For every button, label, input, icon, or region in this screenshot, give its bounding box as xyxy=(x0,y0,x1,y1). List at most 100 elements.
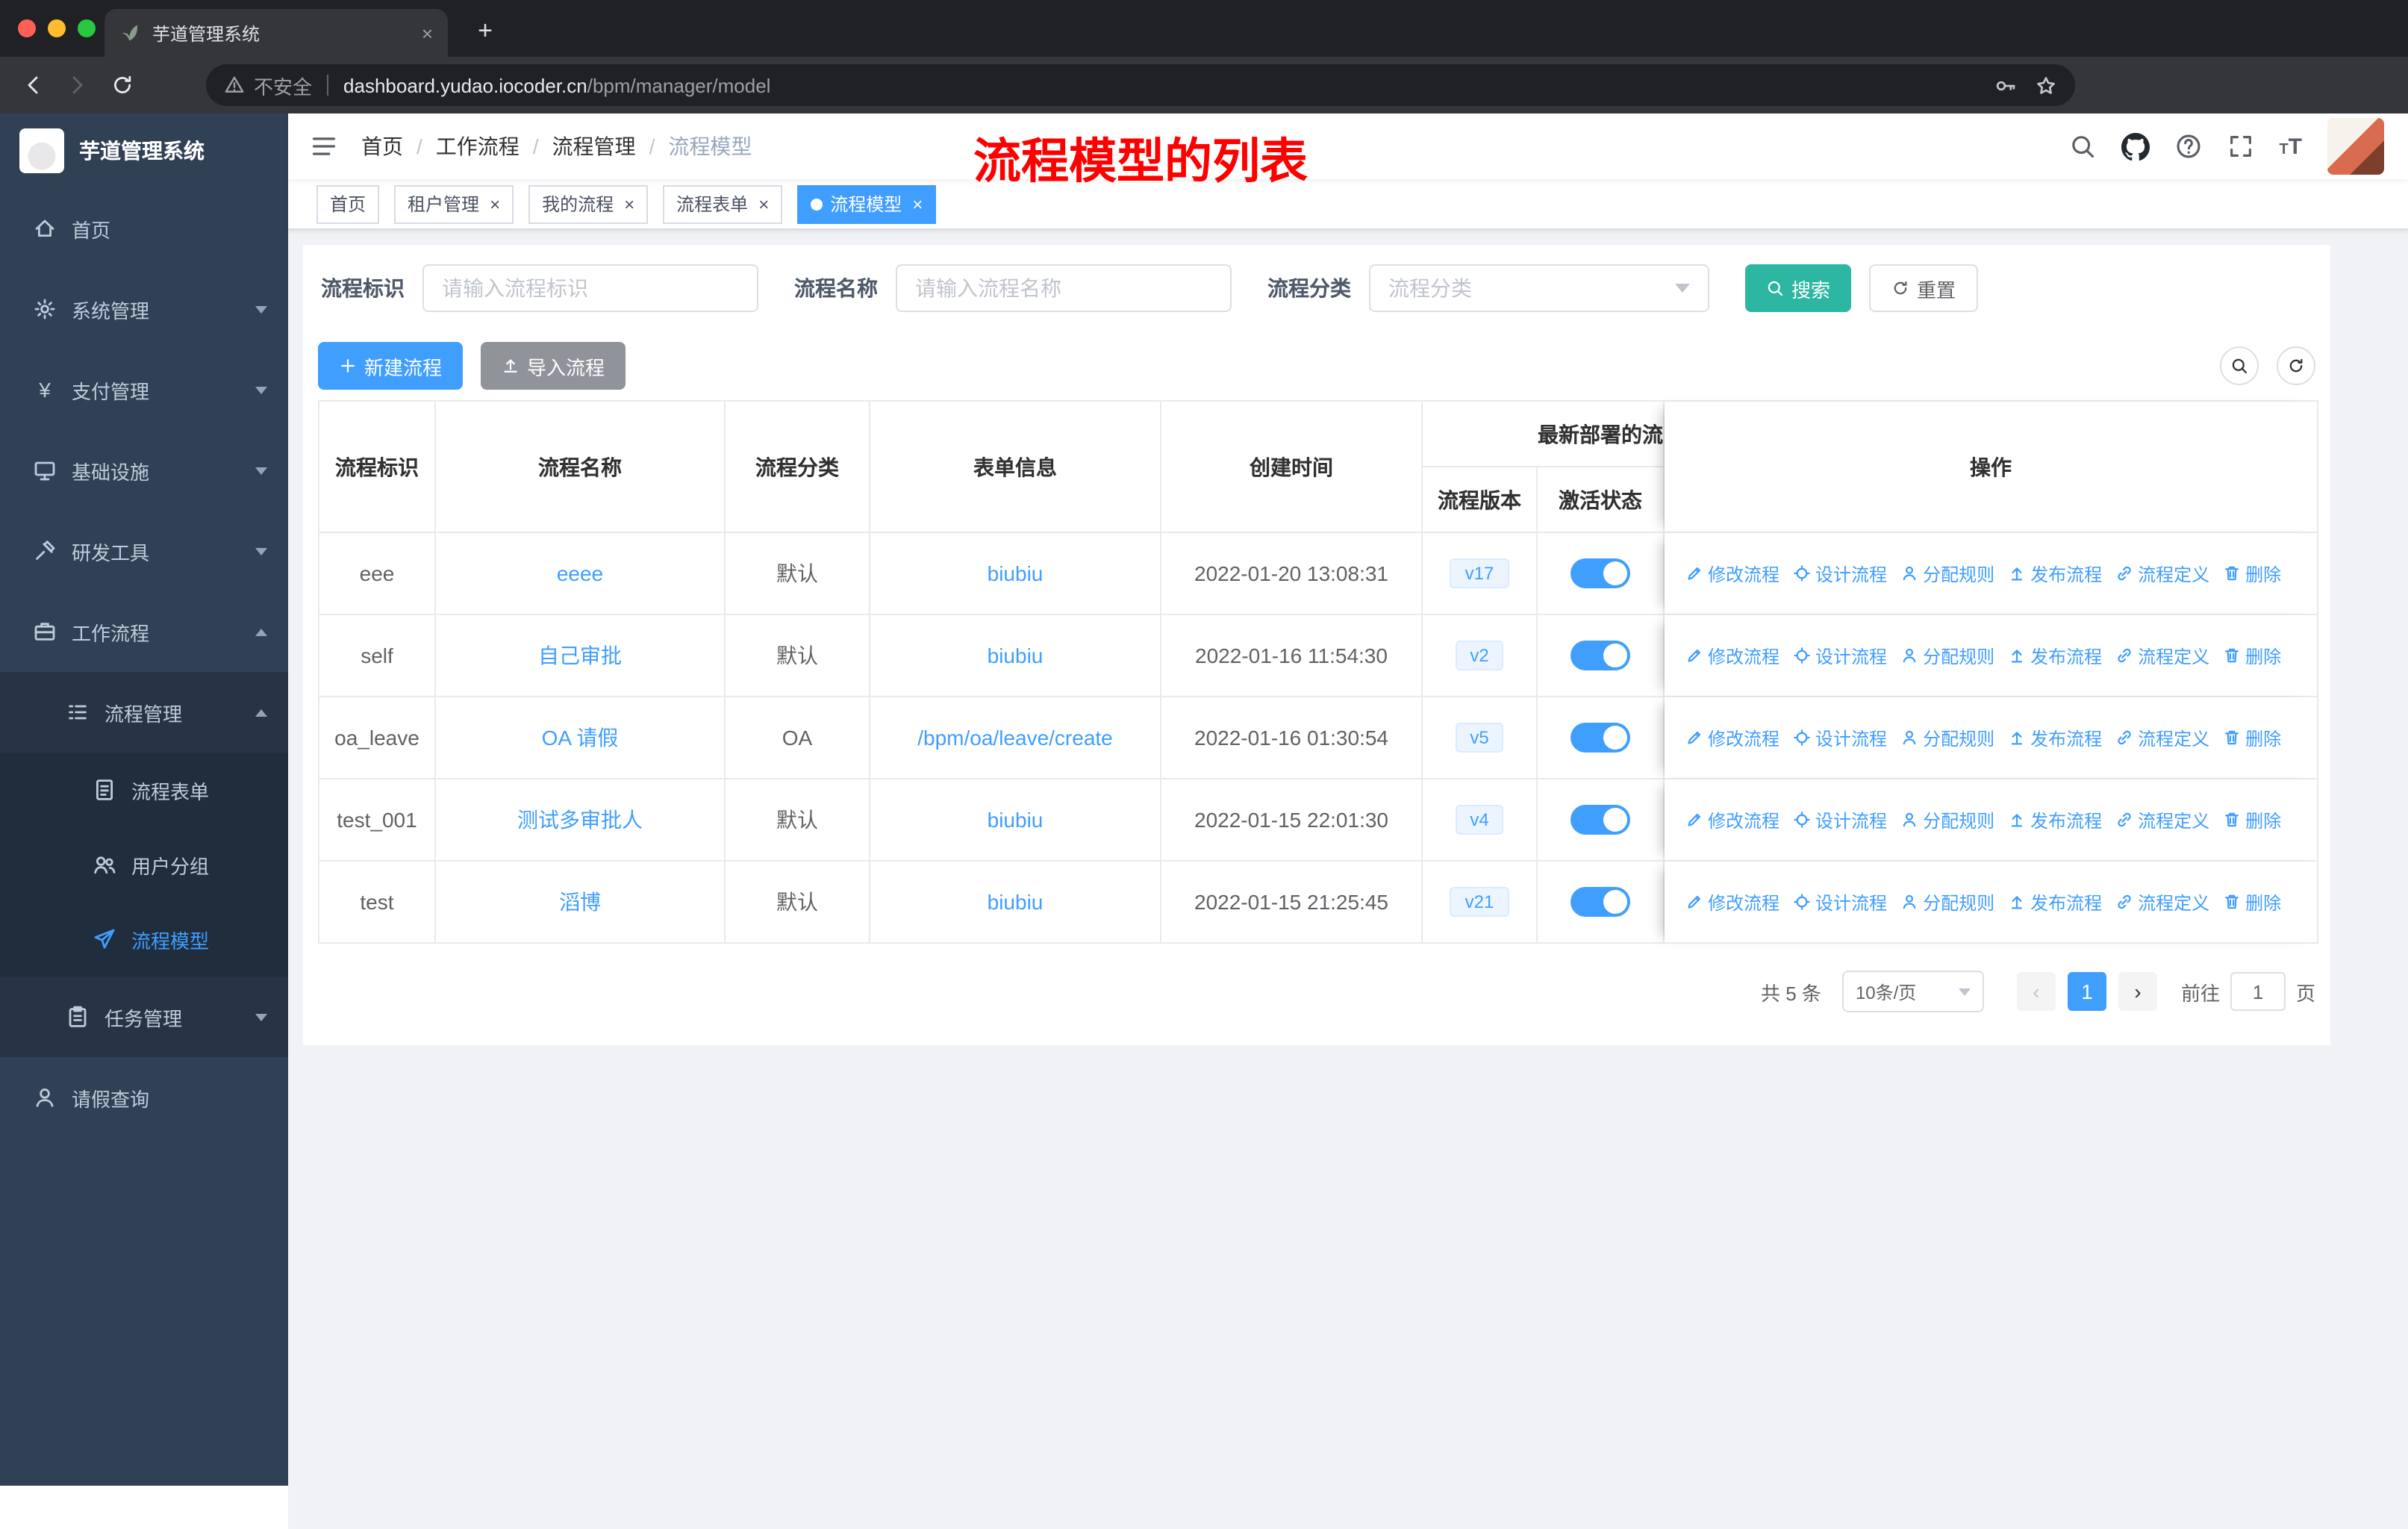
process-name-link[interactable]: OA 请假 xyxy=(542,726,619,750)
form-info-link[interactable]: biubiu xyxy=(988,644,1044,667)
sidebar-item-home[interactable]: 首页 xyxy=(0,188,288,269)
tag-process-model[interactable]: 流程模型 × xyxy=(797,184,937,223)
search-icon[interactable] xyxy=(2068,133,2095,160)
tag-process-form[interactable]: 流程表单 × xyxy=(663,184,783,223)
password-key-icon[interactable] xyxy=(1994,74,2017,96)
sidebar-collapse-icon[interactable] xyxy=(311,133,337,160)
process-name-input[interactable] xyxy=(896,264,1232,312)
process-name-link[interactable]: 滔博 xyxy=(559,890,601,914)
close-icon[interactable]: × xyxy=(624,193,634,214)
action-edit-process[interactable]: 修改流程 xyxy=(1685,561,1780,586)
action-delete[interactable]: 删除 xyxy=(2223,807,2281,832)
help-icon[interactable] xyxy=(2174,133,2201,160)
sidebar-item-task-management[interactable]: 任务管理 xyxy=(0,977,288,1057)
sidebar-item-process-form[interactable]: 流程表单 xyxy=(0,753,288,827)
create-process-button[interactable]: 新建流程 xyxy=(318,342,464,390)
action-edit-process[interactable]: 修改流程 xyxy=(1685,889,1780,915)
tag-tenant[interactable]: 租户管理 × xyxy=(394,184,514,223)
window-minimize-button[interactable] xyxy=(48,19,66,37)
reset-button[interactable]: 重置 xyxy=(1869,264,1979,312)
tag-home[interactable]: 首页 xyxy=(316,184,380,223)
action-design-process[interactable]: 设计流程 xyxy=(1793,643,1887,668)
action-assign-rule[interactable]: 分配规则 xyxy=(1900,807,1994,832)
form-info-link[interactable]: /bpm/oa/leave/create xyxy=(917,726,1113,750)
page-size-select[interactable]: 10条/页 xyxy=(1841,971,1984,1012)
action-assign-rule[interactable]: 分配规则 xyxy=(1900,725,1994,750)
close-icon[interactable]: × xyxy=(912,193,923,214)
prev-page-button[interactable]: ‹ xyxy=(2016,972,2056,1011)
action-design-process[interactable]: 设计流程 xyxy=(1793,725,1887,750)
action-assign-rule[interactable]: 分配规则 xyxy=(1900,643,1994,668)
action-edit-process[interactable]: 修改流程 xyxy=(1685,807,1780,832)
new-tab-button[interactable]: + xyxy=(466,12,505,51)
process-name-link[interactable]: 测试多审批人 xyxy=(517,808,643,832)
form-info-link[interactable]: biubiu xyxy=(988,890,1044,914)
fullscreen-icon[interactable] xyxy=(2227,133,2253,160)
action-edit-process[interactable]: 修改流程 xyxy=(1685,725,1780,750)
action-delete[interactable]: 删除 xyxy=(2223,725,2281,750)
sidebar-item-devtools[interactable]: 研发工具 xyxy=(0,511,288,591)
sidebar-item-process-model[interactable]: 流程模型 xyxy=(0,902,288,977)
action-delete[interactable]: 删除 xyxy=(2223,889,2281,915)
action-edit-process[interactable]: 修改流程 xyxy=(1685,643,1780,668)
sidebar-item-infrastructure[interactable]: 基础设施 xyxy=(0,430,288,511)
action-publish-process[interactable]: 发布流程 xyxy=(2008,561,2102,586)
goto-page-input[interactable] xyxy=(2230,972,2286,1011)
action-publish-process[interactable]: 发布流程 xyxy=(2008,725,2102,750)
bookmark-star-icon[interactable] xyxy=(2035,74,2057,96)
action-publish-process[interactable]: 发布流程 xyxy=(2008,643,2102,668)
github-icon[interactable] xyxy=(2121,132,2149,161)
tag-my-process[interactable]: 我的流程 × xyxy=(528,184,649,223)
form-info-link[interactable]: biubiu xyxy=(988,808,1044,832)
action-process-definition[interactable]: 流程定义 xyxy=(2115,643,2209,668)
action-delete[interactable]: 删除 xyxy=(2223,643,2281,668)
action-publish-process[interactable]: 发布流程 xyxy=(2008,807,2102,832)
action-publish-process[interactable]: 发布流程 xyxy=(2008,889,2102,915)
next-page-button[interactable]: › xyxy=(2118,972,2157,1011)
sidebar-item-system[interactable]: 系统管理 xyxy=(0,269,288,349)
breadcrumb-home[interactable]: 首页 xyxy=(361,131,403,161)
not-secure-label[interactable]: 不安全 xyxy=(254,71,312,99)
action-process-definition[interactable]: 流程定义 xyxy=(2115,889,2209,915)
active-toggle[interactable] xyxy=(1570,805,1630,835)
action-assign-rule[interactable]: 分配规则 xyxy=(1900,889,1994,915)
window-close-button[interactable] xyxy=(18,19,36,37)
action-process-definition[interactable]: 流程定义 xyxy=(2115,807,2209,832)
process-category-select[interactable]: 流程分类 xyxy=(1369,264,1709,312)
action-design-process[interactable]: 设计流程 xyxy=(1793,889,1887,915)
active-toggle[interactable] xyxy=(1570,641,1630,670)
action-design-process[interactable]: 设计流程 xyxy=(1793,561,1887,586)
user-avatar[interactable] xyxy=(2327,118,2384,175)
address-bar[interactable]: 不安全 dashboard.yudao.iocoder.cn/bpm/manag… xyxy=(206,64,2075,106)
process-name-link[interactable]: 自己审批 xyxy=(538,644,622,667)
forward-icon[interactable] xyxy=(66,73,90,97)
import-process-button[interactable]: 导入流程 xyxy=(481,342,626,390)
process-name-link[interactable]: eeee xyxy=(557,561,603,585)
page-1-button[interactable]: 1 xyxy=(2067,972,2106,1011)
sidebar-item-user-group[interactable]: 用户分组 xyxy=(0,827,288,902)
action-assign-rule[interactable]: 分配规则 xyxy=(1900,561,1994,586)
tab-close-icon[interactable]: × xyxy=(422,22,433,44)
active-toggle[interactable] xyxy=(1570,887,1630,917)
active-toggle[interactable] xyxy=(1570,723,1630,753)
sidebar-item-workflow[interactable]: 工作流程 xyxy=(0,591,288,672)
action-process-definition[interactable]: 流程定义 xyxy=(2115,561,2209,586)
close-icon[interactable]: × xyxy=(758,193,769,214)
back-icon[interactable] xyxy=(21,73,45,97)
sidebar-item-process-management[interactable]: 流程管理 xyxy=(0,672,288,753)
sidebar-item-leave-query[interactable]: 请假查询 xyxy=(0,1057,288,1138)
sidebar-item-payment[interactable]: ¥ 支付管理 xyxy=(0,349,288,430)
font-size-icon[interactable]: TT xyxy=(2279,134,2302,159)
reload-icon[interactable] xyxy=(110,73,134,97)
breadcrumb-process-management[interactable]: 流程管理 xyxy=(552,131,636,161)
active-toggle[interactable] xyxy=(1570,558,1630,588)
action-design-process[interactable]: 设计流程 xyxy=(1793,807,1887,832)
form-info-link[interactable]: biubiu xyxy=(988,561,1044,585)
toggle-search-button[interactable] xyxy=(2220,346,2259,385)
search-button[interactable]: 搜索 xyxy=(1745,264,1852,312)
process-id-input[interactable] xyxy=(422,264,758,312)
action-delete[interactable]: 删除 xyxy=(2223,561,2281,586)
refresh-table-button[interactable] xyxy=(2277,346,2315,385)
breadcrumb-workflow[interactable]: 工作流程 xyxy=(436,131,520,161)
action-process-definition[interactable]: 流程定义 xyxy=(2115,725,2209,750)
